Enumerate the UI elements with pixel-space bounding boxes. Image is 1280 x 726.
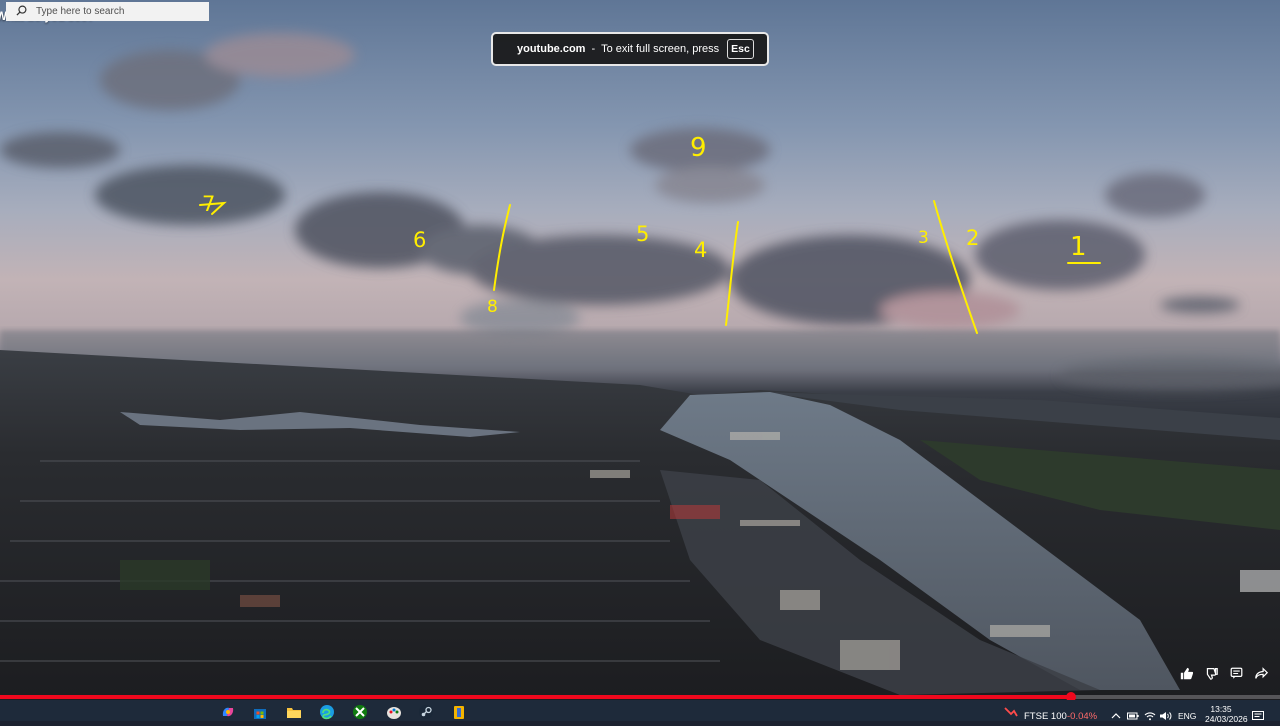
annotation-label: 3 [918, 228, 929, 248]
esc-key-badge: Esc [727, 39, 754, 59]
annotation-label: 5 [636, 222, 650, 246]
annotation-label: 2 [966, 226, 980, 250]
video-progress-fill [0, 695, 1071, 699]
annotation-label: 9 [690, 133, 707, 163]
chevron-up-icon[interactable] [1111, 708, 1121, 719]
annotation-label: 6 [413, 228, 427, 252]
share-icon[interactable] [1254, 666, 1268, 680]
ftse-index-name[interactable]: FTSE 100 [1024, 711, 1067, 722]
dislike-icon[interactable] [1204, 666, 1218, 680]
annotation-label: 8 [487, 297, 498, 317]
clock-date: 24/03/2026 [1205, 714, 1248, 724]
fullscreen-separator: - [591, 43, 596, 55]
edge-browser-icon[interactable] [319, 704, 335, 720]
notification-icon[interactable] [1252, 708, 1264, 720]
like-icon[interactable] [1179, 666, 1193, 680]
annotation-label: 7 [202, 192, 216, 216]
comments-icon[interactable] [1229, 666, 1243, 680]
video-progress-bar[interactable] [0, 692, 1280, 700]
input-language[interactable]: ENG [1178, 711, 1196, 721]
windows-store-icon[interactable] [252, 704, 268, 720]
taskbar-search-box[interactable]: Type here to search [6, 2, 209, 21]
video-player[interactable]: What do you see? youtube.com - To exit f… [0, 0, 1280, 700]
taskbar-clock[interactable]: 13:35 24/03/2026 [1205, 704, 1248, 724]
copilot-icon[interactable] [220, 704, 236, 720]
volume-icon[interactable] [1159, 708, 1172, 720]
fullscreen-domain: youtube.com [517, 43, 586, 55]
paint-icon[interactable] [386, 704, 402, 720]
video-action-buttons [1179, 666, 1268, 680]
annotation-label: 4 [694, 238, 708, 262]
clock-time: 13:35 [1210, 704, 1232, 714]
video-scrubber-handle[interactable] [1066, 692, 1076, 700]
fullscreen-exit-notice: youtube.com - To exit full screen, press… [491, 32, 769, 66]
xbox-icon[interactable] [352, 704, 368, 720]
app-icon[interactable] [451, 704, 467, 720]
battery-icon[interactable] [1127, 708, 1139, 720]
ftse-index-change[interactable]: -0.04% [1067, 711, 1097, 722]
annotation-label: 1 [1070, 232, 1087, 262]
steam-icon[interactable] [418, 704, 434, 720]
file-explorer-icon[interactable] [286, 704, 302, 720]
stock-trend-icon[interactable] [1003, 704, 1019, 720]
fullscreen-message: To exit full screen, press [601, 43, 720, 55]
wifi-icon[interactable] [1144, 708, 1156, 721]
search-icon [16, 5, 27, 19]
aerial-scene-image [0, 33, 1280, 700]
search-placeholder: Type here to search [36, 6, 125, 17]
